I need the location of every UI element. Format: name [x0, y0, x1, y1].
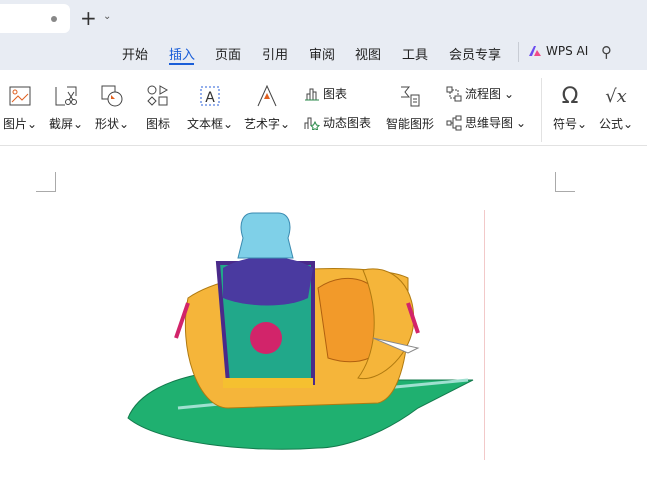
dynamic-chart-label: 动态图表 — [323, 116, 372, 130]
wps-ai-button[interactable]: WPS AI — [528, 44, 588, 58]
chevron-down-icon: ⌄ — [516, 115, 527, 130]
chart-button[interactable]: 图表 — [304, 85, 347, 102]
icons-icon — [147, 85, 169, 106]
menu-view[interactable]: 视图 — [355, 44, 381, 63]
picture-icon — [9, 86, 31, 106]
wordart-button[interactable]: 艺术字⌄ — [242, 83, 292, 132]
dynamic-chart-icon — [304, 117, 320, 130]
shape-label: 形状 — [94, 117, 119, 131]
new-tab-button[interactable]: + — [80, 6, 97, 30]
formula-label: 公式 — [598, 117, 623, 131]
flowchart-icon — [446, 86, 462, 101]
formula-button[interactable]: √x 公式⌄ — [596, 83, 636, 132]
symbol-label: 符号 — [552, 117, 577, 131]
search-icon[interactable]: ⚲ — [601, 43, 612, 61]
mindmap-icon — [446, 115, 462, 130]
flowchart-button[interactable]: 流程图 ⌄ — [446, 85, 514, 102]
tab-dropdown-icon[interactable]: ⌄ — [103, 11, 111, 22]
menu-review[interactable]: 审阅 — [309, 44, 335, 63]
symbol-button[interactable]: Ω 符号⌄ — [550, 83, 590, 132]
svg-text:A: A — [205, 90, 215, 106]
wordart-icon — [257, 85, 277, 107]
wps-ai-logo-icon — [529, 46, 541, 56]
shape-button[interactable]: 形状⌄ — [92, 83, 132, 132]
sqrt-icon: √x — [605, 85, 627, 107]
chart-label: 图表 — [323, 87, 348, 101]
scissors-icon — [55, 86, 77, 106]
flowchart-label: 流程图 — [465, 87, 502, 101]
picture-label: 图片 — [2, 117, 27, 131]
menu-references[interactable]: 引用 — [262, 44, 288, 63]
title-bar: + ⌄ 开始 插入 页面 引用 审阅 视图 工具 会员专享 WPS AI ⚲ — [0, 0, 647, 70]
menu-home[interactable]: 开始 — [122, 44, 148, 63]
divider — [541, 78, 542, 142]
menu-tools[interactable]: 工具 — [402, 44, 428, 63]
screenshot-button[interactable]: 截屏⌄ — [46, 83, 86, 132]
menu-member[interactable]: 会员专享 — [449, 44, 501, 63]
picture-button[interactable]: 图片⌄ — [2, 83, 38, 132]
dynamic-chart-button[interactable]: 动态图表 — [304, 114, 371, 131]
wps-ai-label: WPS AI — [546, 44, 589, 58]
icon-label: 图标 — [145, 117, 170, 131]
chevron-down-icon: ⌄ — [504, 86, 515, 101]
page-corner-mark — [36, 172, 56, 192]
chart-icon — [305, 88, 319, 100]
icon-button[interactable]: 图标 — [140, 83, 176, 132]
menu-page[interactable]: 页面 — [215, 44, 241, 63]
textbox-label: 文本框 — [186, 117, 223, 131]
active-tab-indicator — [169, 63, 194, 65]
textbox-icon: A — [200, 86, 220, 106]
smart-graphic-label: 智能图形 — [385, 117, 434, 131]
smart-graphic-button[interactable]: 智能图形 — [382, 83, 438, 132]
ribbon-toolbar: 图片⌄ 截屏⌄ 形状⌄ 图标 A 文本框⌄ 艺术字⌄ 图表 动态图表 智能图形 … — [0, 71, 647, 146]
mindmap-label: 思维导图 — [465, 116, 514, 130]
unsaved-dot-icon — [51, 16, 57, 22]
textbox-button[interactable]: A 文本框⌄ — [186, 83, 234, 132]
smart-graphic-icon — [401, 86, 420, 107]
divider — [518, 42, 519, 62]
document-tab[interactable] — [0, 4, 70, 33]
margin-line — [484, 210, 485, 460]
elephant-illustration[interactable] — [118, 208, 478, 458]
page-corner-mark — [555, 172, 575, 192]
omega-icon: Ω — [561, 83, 579, 109]
menu-insert[interactable]: 插入 — [169, 44, 195, 63]
shape-icon — [101, 85, 123, 107]
mindmap-button[interactable]: 思维导图 ⌄ — [446, 114, 526, 131]
screenshot-label: 截屏 — [48, 117, 73, 131]
wordart-label: 艺术字 — [243, 117, 280, 131]
